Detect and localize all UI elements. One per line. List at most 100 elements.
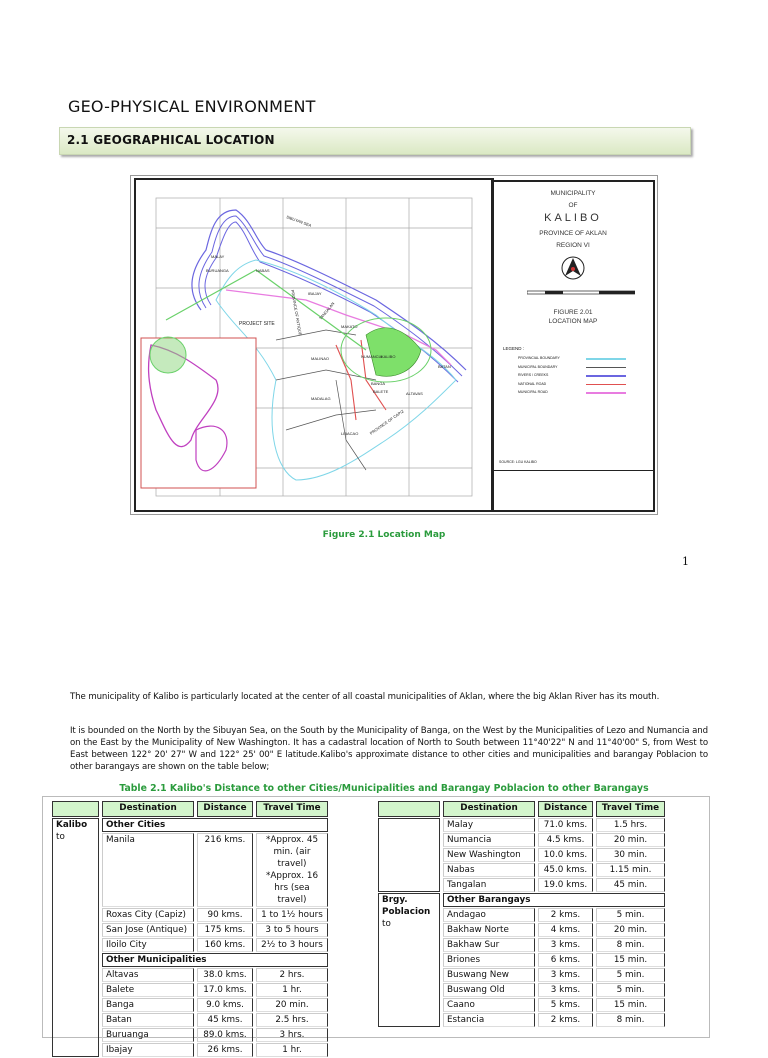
destination-cell: Bakhaw Sur <box>443 938 535 952</box>
scale-bar <box>527 290 635 295</box>
destination-cell: Estancia <box>443 1013 535 1027</box>
map-label-buruanga: BURUANGA <box>206 268 229 273</box>
header-blank <box>52 801 99 817</box>
map-title-region: REGION VI <box>556 242 590 249</box>
figure-caption: Figure 2.1 Location Map <box>322 530 446 540</box>
legend-swatch <box>586 383 626 385</box>
travel-time-cell: 1 hr. <box>256 983 328 997</box>
travel-time-cell: 8 min. <box>596 1013 665 1027</box>
legend-item-label: PROVINCIAL BOUNDARY <box>518 356 560 360</box>
destination-cell: Manila <box>102 833 194 907</box>
destination-cell: Caano <box>443 998 535 1012</box>
travel-time-cell: *Approx. 45 min. (air travel) *Approx. 1… <box>256 833 328 907</box>
column-header: Travel Time <box>256 801 328 817</box>
map-label-tangalan: TANGALAN <box>318 301 336 321</box>
table-row: Destination Distance Travel Time <box>52 801 328 817</box>
distance-cell: 38.0 kms. <box>197 968 253 982</box>
distance-cell: 3 kms. <box>538 968 593 982</box>
map-label-project-site: PROJECT SITE <box>239 321 275 327</box>
travel-time-cell: 1 hr. <box>256 1043 328 1057</box>
destination-cell: Nabas <box>443 863 535 877</box>
destination-cell: San Jose (Antique) <box>102 923 194 937</box>
paragraph-1: The municipality of Kalibo is particular… <box>70 692 660 702</box>
page-number: 1 <box>682 555 689 568</box>
map-label-malay: MALAY <box>211 254 225 259</box>
page-heading: GEO-PHYSICAL ENVIRONMENT <box>68 97 316 116</box>
distance-cell: 6 kms. <box>538 953 593 967</box>
group-header: Other Municipalities <box>102 953 328 967</box>
map-label-libacao: LIBACAO <box>341 431 358 436</box>
distance-table-left: Destination Distance Travel Time Kalibo to Ot… <box>49 800 331 1058</box>
destination-cell: Bakhaw Norte <box>443 923 535 937</box>
distance-cell: 71.0 kms. <box>538 818 593 832</box>
distance-table-right: Destination Distance Travel Time Malay 71.0 … <box>375 800 668 1028</box>
legend-swatch <box>586 375 626 377</box>
map-label-sea: SIBUYAN SEA <box>286 214 313 228</box>
legend-swatch <box>586 358 626 360</box>
distance-cell: 45 kms. <box>197 1013 253 1027</box>
table-caption: Table 2.1 Kalibo's Distance to other Cit… <box>119 783 649 794</box>
distance-cell: 2 kms. <box>538 908 593 922</box>
map-figure-title: LOCATION MAP <box>548 318 598 325</box>
travel-time-cell: 1.15 min. <box>596 863 665 877</box>
travel-time-cell: 5 min. <box>596 908 665 922</box>
legend-item-label: MUNICIPAL ROAD <box>518 390 548 394</box>
kalibo-highlight <box>365 327 422 377</box>
group-header: Other Barangays <box>443 893 665 907</box>
destination-cell: Buswang Old <box>443 983 535 997</box>
legend-item: MUNICIPAL ROAD <box>518 390 628 399</box>
map-label-numancia: NUMANCIA <box>361 354 383 359</box>
travel-time-cell: 3 to 5 hours <box>256 923 328 937</box>
column-header: Destination <box>443 801 535 817</box>
map-drawing: SIBUYAN SEA PROJECT SITE PROVINCE OF ANT… <box>140 197 473 497</box>
column-header: Destination <box>102 801 194 817</box>
destination-cell: Briones <box>443 953 535 967</box>
legend-swatch <box>586 366 626 368</box>
north-arrow-icon <box>561 256 585 280</box>
origin-label-blank <box>378 818 440 892</box>
travel-time-cell: 2½ to 3 hours <box>256 938 328 952</box>
map-label-nabas: NABAS <box>256 268 270 273</box>
distance-cell: 175 kms. <box>197 923 253 937</box>
travel-time-cell: 20 min. <box>596 923 665 937</box>
travel-time-cell: 15 min. <box>596 953 665 967</box>
legend-label: LEGEND : <box>503 346 525 351</box>
map-label-capiz: PROVINCE OF CAPIZ <box>369 408 405 436</box>
destination-cell: Buswang New <box>443 968 535 982</box>
travel-time-cell: 20 min. <box>596 833 665 847</box>
map-title-province: PROVINCE OF AKLAN <box>539 230 607 237</box>
destination-cell: New Washington <box>443 848 535 862</box>
map-label-banga: BANGA <box>371 381 385 386</box>
travel-time-cell: 1.5 hrs. <box>596 818 665 832</box>
legend-item-label: NATIONAL ROAD <box>518 381 547 386</box>
map-label-malinao: MALINAO <box>311 356 329 361</box>
map-area: SIBUYAN SEA PROJECT SITE PROVINCE OF ANT… <box>134 178 494 512</box>
map-legend: PROVINCIAL BOUNDARY MUNICIPAL BOUNDARY RIV… <box>518 356 628 399</box>
map-title-name: KALIBO <box>544 212 602 224</box>
origin-label: Kalibo to <box>52 818 99 1057</box>
map-label-kalibo: KALIBO <box>381 354 395 359</box>
legend-item: RIVERS / CREEKS <box>518 373 628 382</box>
distance-cell: 90 kms. <box>197 908 253 922</box>
distance-cell: 9.0 kms. <box>197 998 253 1012</box>
map-label-balete: BALETE <box>373 389 389 394</box>
legend-item: PROVINCIAL BOUNDARY <box>518 356 628 365</box>
distance-cell: 2 kms. <box>538 1013 593 1027</box>
legend-item: NATIONAL ROAD <box>518 382 628 391</box>
distance-cell: 4 kms. <box>538 923 593 937</box>
travel-time-cell: 15 min. <box>596 998 665 1012</box>
distance-cell: 89.0 kms. <box>197 1028 253 1042</box>
column-header: Travel Time <box>596 801 665 817</box>
header-blank <box>378 801 440 817</box>
origin-label: Brgy. Poblacion to <box>378 893 440 1027</box>
travel-time-cell: 30 min. <box>596 848 665 862</box>
map-label-ibajay: IBAJAY <box>308 291 322 296</box>
destination-cell: Altavas <box>102 968 194 982</box>
map-title-line2: OF <box>568 202 578 209</box>
destination-cell: Balete <box>102 983 194 997</box>
map-label-batan: BATAN <box>438 364 451 369</box>
destination-cell: Banga <box>102 998 194 1012</box>
table-row: Brgy. Poblacion to Other Barangays <box>378 893 665 1027</box>
distance-cell: 3 kms. <box>538 938 593 952</box>
map-title-line1: MUNICIPALITY <box>550 190 596 197</box>
